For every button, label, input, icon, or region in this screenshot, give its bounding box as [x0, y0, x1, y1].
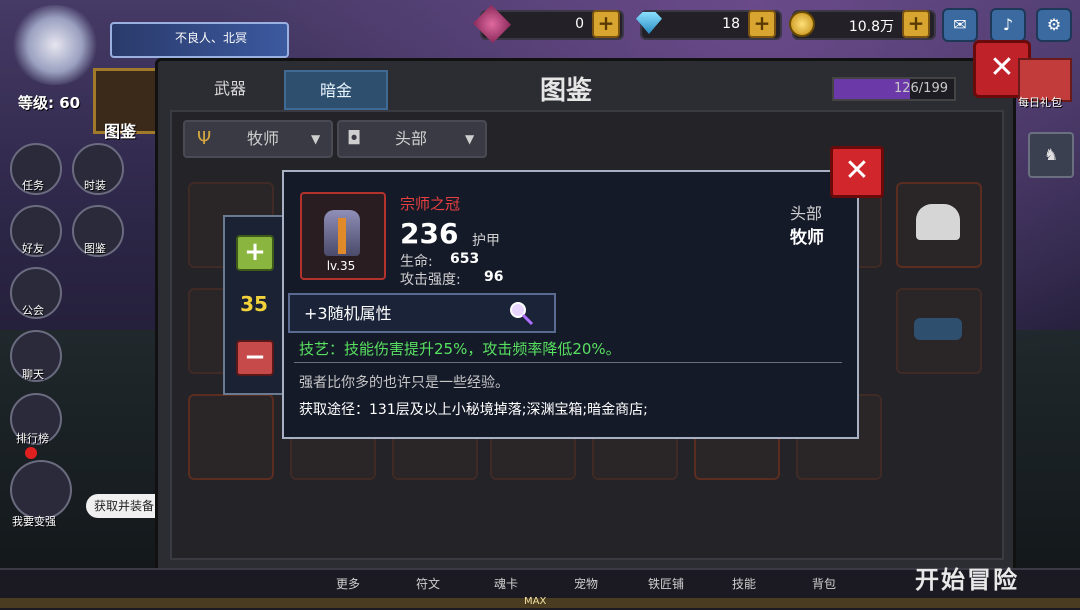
sidebar-label-get-stronger: 我要变强: [12, 515, 56, 528]
sidebar-label-friends: 好友: [22, 242, 44, 255]
gold-coin-icon: [789, 11, 815, 37]
gem-add-button[interactable]: +: [592, 10, 620, 38]
popup-divider: [294, 362, 842, 363]
notification-dot: [25, 447, 37, 459]
class-filter-value: 牧师: [247, 129, 280, 148]
close-popup-button[interactable]: ✕: [830, 146, 884, 198]
slot-filter-value: 头部: [395, 129, 428, 148]
quantity-decrease-button[interactable]: −: [236, 340, 274, 376]
bottom-nav-backpack[interactable]: 背包: [794, 575, 854, 592]
item-slot-type: 头部: [790, 204, 823, 223]
class-filter-dropdown[interactable]: Ψ 牧师 ▼: [183, 120, 333, 158]
item-source-text: 获取途径：131层及以上小秘境掉落;深渊宝箱;暗金商店;: [299, 402, 648, 418]
character-icon[interactable]: ♞: [1028, 132, 1074, 178]
hint-bubble[interactable]: 获取并装备: [86, 494, 156, 518]
item-score: 236: [400, 217, 459, 250]
bottom-nav-soul-cards[interactable]: 魂卡: [476, 575, 536, 592]
daily-gift-label: 每日礼包: [1018, 96, 1062, 109]
item-class-type: 牧师: [790, 228, 824, 248]
gem-count: 0: [575, 16, 584, 32]
item-score-label: 护甲: [472, 233, 500, 249]
mail-icon[interactable]: ✉: [942, 8, 978, 42]
class-icon: Ψ: [197, 128, 212, 149]
sidebar-label-quests: 任务: [22, 179, 44, 192]
item-slot[interactable]: [188, 394, 274, 480]
start-adventure-button[interactable]: 开始冒险: [915, 560, 1019, 595]
chevron-down-icon: ▼: [311, 132, 321, 146]
collection-progress: 126/199: [832, 77, 956, 101]
bottom-nav-runes[interactable]: 符文: [398, 575, 458, 592]
item-flavor-text: 强者比你多的也许只是一些经验。: [299, 375, 509, 391]
codex-shortcut-label: 图鉴: [104, 122, 137, 141]
sidebar-label-fashion: 时装: [84, 179, 106, 192]
sidebar-label-ranking: 排行榜: [16, 432, 49, 445]
gold-add-button[interactable]: +: [902, 10, 930, 38]
stat-label-hp: 生命:: [400, 254, 433, 270]
player-level: 等级: 60: [18, 94, 81, 112]
chevron-down-icon: ▼: [465, 132, 475, 146]
sidebar-label-chat: 聊天: [22, 368, 44, 381]
item-skill-text: 技艺：技能伤害提升25%，攻击频率降低20%。: [299, 340, 621, 358]
random-attribute-text: +3随机属性: [304, 304, 392, 323]
bottom-nav-pets[interactable]: 宠物: [556, 575, 616, 592]
quantity-increase-button[interactable]: +: [236, 235, 274, 271]
diamond-add-button[interactable]: +: [748, 10, 776, 38]
helmet-slot-icon: ◘: [347, 128, 362, 149]
collection-progress-text: 126/199: [893, 81, 948, 96]
magnifier-icon[interactable]: [508, 300, 534, 326]
stat-value-hp: 653: [450, 251, 480, 267]
sidebar-item-get-stronger[interactable]: [10, 460, 72, 520]
bottom-nav-more[interactable]: 更多: [318, 575, 378, 592]
gold-count: 10.8万: [848, 19, 894, 35]
quantity-value: 35: [240, 292, 268, 316]
tab-weapons[interactable]: 武器: [180, 70, 280, 106]
speaker-icon[interactable]: ♪: [990, 8, 1026, 42]
sidebar-label-guild: 公会: [22, 304, 44, 317]
sidebar-label-codex: 图鉴: [84, 242, 106, 255]
chef-hat-icon: [916, 204, 960, 240]
guild-name: 不良人、北冥: [175, 31, 248, 45]
item-slot[interactable]: [896, 182, 982, 268]
item-level: lv.35: [326, 259, 356, 273]
settings-gear-icon[interactable]: ⚙: [1036, 8, 1072, 42]
bottom-nav-blacksmith[interactable]: 铁匠铺: [636, 575, 696, 592]
panel-title: 图鉴: [540, 76, 593, 106]
tab-dark-gold[interactable]: 暗金: [284, 70, 388, 110]
slot-filter-dropdown[interactable]: ◘ 头部 ▼: [337, 120, 487, 158]
item-name: 宗师之冠: [400, 195, 461, 213]
stat-value-attack: 96: [484, 269, 504, 285]
item-slot[interactable]: [896, 288, 982, 374]
diamond-count: 18: [722, 16, 740, 32]
cap-icon: [914, 318, 962, 340]
helmet-stripe: [338, 218, 346, 254]
player-avatar[interactable]: [10, 5, 100, 85]
stat-label-attack: 攻击强度:: [400, 272, 461, 288]
exp-max-label: MAX: [524, 596, 547, 607]
bottom-nav-skills[interactable]: 技能: [714, 575, 774, 592]
